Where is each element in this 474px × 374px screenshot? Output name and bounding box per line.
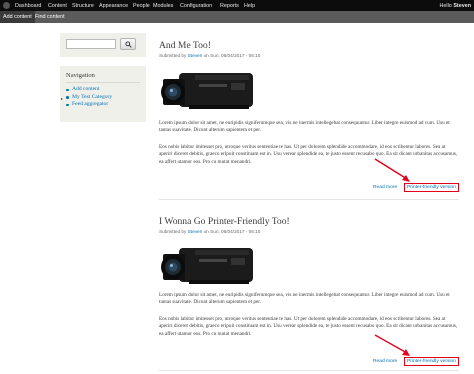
toolbar-appearance[interactable]: Appearance [99,3,128,9]
printer-friendly-link[interactable]: Printer-friendly version [404,183,459,192]
nav-item-add-content[interactable]: Add content [66,86,112,94]
search-block [60,33,146,57]
article-submitted: Submitted by Steven on Sun, 06/04/2017 -… [159,229,260,234]
article-submitted: Submitted by Steven on Sun, 06/04/2017 -… [159,53,260,58]
admin-toolbar: Dashboard Content Structure Appearance P… [0,0,474,11]
submitted-prefix: Submitted by [159,229,187,234]
bullet-icon [66,88,69,92]
toolbar-content[interactable]: Content [48,3,67,9]
article-separator [159,370,459,371]
navigation-title: Navigation [66,72,95,79]
camcorder-image [161,248,253,284]
search-button[interactable] [120,38,136,50]
nav-item-my-test-category[interactable]: ▸ My Test Category [61,93,113,102]
printer-friendly-link[interactable]: Printer-friendly version [404,357,459,366]
username-link[interactable]: Steven [453,3,471,9]
annotation-arrow-icon [374,334,410,356]
toolbar-modules[interactable]: Modules [153,3,173,9]
nav-item-label: My Test Category [72,93,113,100]
article-node: I Wonna Go Printer-Friendly Too! Submitt… [159,216,459,366]
toolbar-people[interactable]: People [133,3,150,9]
article-separator [159,199,459,200]
toolbar-structure[interactable]: Structure [72,3,94,9]
magnifier-icon [125,41,132,48]
article-paragraph: Eos nobis labitur imitesset pro, utroque… [159,144,458,165]
submitted-date: on Sun, 06/04/2017 - 06:10 [203,53,261,58]
submitted-prefix: Submitted by [159,53,187,58]
article-title[interactable]: I Wonna Go Printer-Friendly Too! [159,216,290,227]
shortcut-find-content[interactable]: Find content [32,11,68,23]
toolbar-dashboard[interactable]: Dashboard [15,3,41,9]
navigation-list: Add content ▸ My Test Category Feed aggre… [61,86,113,109]
expand-arrow-icon: ▸ [61,96,64,102]
toolbar-configuration[interactable]: Configuration [180,3,212,9]
author-link[interactable]: Steven [188,53,203,58]
read-more-link[interactable]: Read more [373,185,397,190]
toolbar-help[interactable]: Help [244,3,255,9]
annotation-arrow-icon [374,158,410,182]
article-paragraph: Eos nobis labitur imitesset pro, utroque… [159,316,458,337]
nav-item-feed-aggregator[interactable]: Feed aggregator [66,101,112,109]
bullet-icon [66,103,69,107]
toolbar-reports[interactable]: Reports [220,3,239,9]
read-more-link[interactable]: Read more [373,359,397,364]
author-link[interactable]: Steven [188,229,203,234]
home-icon[interactable] [3,2,10,9]
article-title[interactable]: And Me Too! [159,40,211,51]
submitted-date: on Sun, 06/04/2017 - 06:10 [203,229,261,234]
article-paragraph: Lorem ipsum dolor sit amet, ne euripidis… [159,120,450,134]
navigation-divider [66,82,140,83]
article-paragraph: Lorem ipsum dolor sit amet, ne euripidis… [159,292,450,306]
nav-item-label: Feed aggregator [72,101,109,108]
shortcuts-bar: Add content Find content [0,11,474,23]
bullet-icon [66,96,69,99]
camcorder-image [161,73,253,109]
navigation-block: Navigation Add content ▸ My Test Category… [60,66,146,122]
greeting-text: Hello [439,3,452,9]
nav-item-label: Add content [72,86,100,92]
search-input[interactable] [66,39,116,49]
article-node: And Me Too! Submitted by Steven on Sun, … [159,40,459,192]
user-greeting: Hello Steven [440,3,471,9]
shortcut-add-content[interactable]: Add content [0,11,35,23]
